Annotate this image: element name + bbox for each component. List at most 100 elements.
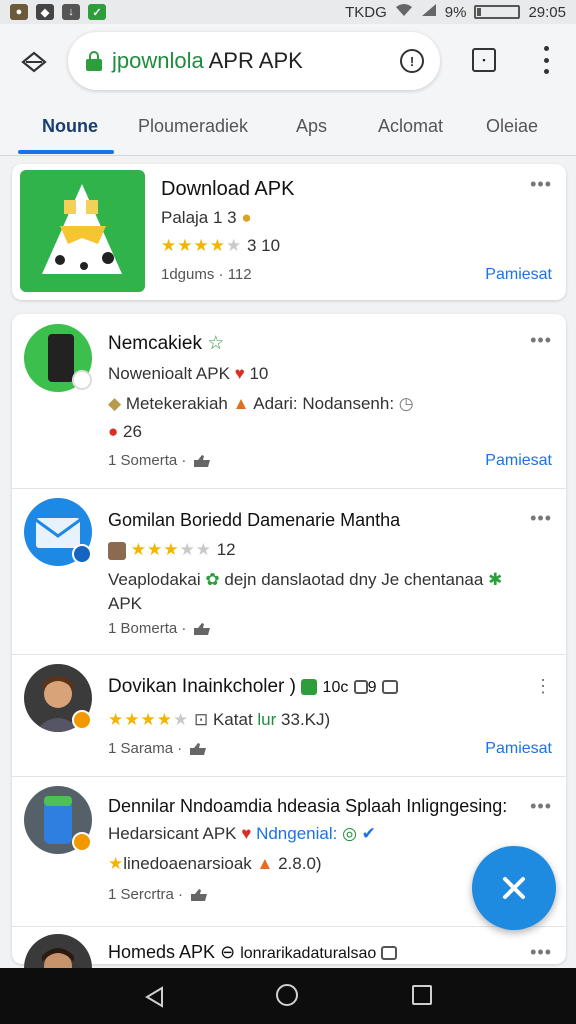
app-meta: 1 Bomerta · xyxy=(108,620,212,637)
wifi-icon xyxy=(395,3,413,21)
extra-green: lur xyxy=(257,710,277,729)
app-description: ◆ Metekerakiah ▲ Adari: Nodansenh: ◷ xyxy=(108,394,414,414)
list-item[interactable]: Homeds APK ⊖ lonrarikadaturalsao ••• xyxy=(12,928,566,968)
carrier-label: TKDG xyxy=(345,3,387,21)
recents-icon[interactable] xyxy=(412,985,432,1005)
divider xyxy=(12,488,566,489)
review-count: 26 xyxy=(123,422,142,441)
emoji-icon: ● xyxy=(108,422,119,441)
card-more-icon[interactable]: ••• xyxy=(530,174,552,195)
star-filled-icon: ★ xyxy=(209,236,226,255)
item-more-icon[interactable]: ••• xyxy=(530,796,552,817)
list-item[interactable]: Dovikan Inainkcholer ) 10c 9 ★★★★★ ⊡ Kat… xyxy=(12,656,566,772)
app-icon xyxy=(20,170,145,292)
app-title: Dennilar Nndoamdia hdeasia Splaah Inlign… xyxy=(108,796,508,816)
app-title-text: Nemcakiek xyxy=(108,333,202,354)
developer-avatar-icon xyxy=(108,541,126,560)
item-more-icon[interactable]: ••• xyxy=(530,508,552,529)
back-icon[interactable] xyxy=(144,986,166,1013)
system-nav-bar xyxy=(0,968,576,1024)
star-filled-icon: ★ xyxy=(177,236,194,255)
star-empty-icon: ★ xyxy=(226,236,243,255)
star-empty-icon: ★ xyxy=(173,710,190,729)
list-item[interactable]: Nemcakiek ☆ Nowenioalt APK ♥ 10 ◆ Meteke… xyxy=(12,314,566,486)
coin-icon: ● xyxy=(241,208,252,227)
tab-switcher-icon[interactable]: ▪ xyxy=(472,48,496,72)
app-subtitle: Hedarsicant APK ♥ Ndngenial: ◎ ✔ xyxy=(108,824,376,844)
item-more-icon[interactable]: ••• xyxy=(530,330,552,351)
star-rating: ★★★★★ xyxy=(131,540,212,559)
clock-icon: ◷ xyxy=(398,394,414,413)
refresh-icon: ◎ xyxy=(342,824,357,843)
star-empty-icon: ★ xyxy=(195,540,212,559)
category-tabs: Noune Ploumeradiek Aps Aclomat Oleiae xyxy=(0,100,576,156)
star-filled-icon: ★ xyxy=(156,710,173,729)
app-title: Download APK xyxy=(161,178,295,200)
extra-tail: 33.KJ) xyxy=(281,710,331,729)
item-more-icon[interactable]: ⋮ xyxy=(534,676,552,697)
install-button[interactable]: Pamiesat xyxy=(485,452,552,470)
signal-icon xyxy=(421,3,437,21)
thumbs-up-icon xyxy=(189,888,209,902)
app-title-text: Homeds APK xyxy=(108,942,216,962)
app-description: Veaplodakai ✿ dejn danslaotad dny Je che… xyxy=(108,570,502,590)
list-item[interactable]: Gomilan Boriedd Damenarie Mantha ★★★★★ 1… xyxy=(12,490,566,652)
description-text: linedoaenarsioak xyxy=(123,854,252,873)
clock: 29:05 xyxy=(528,3,566,21)
url-path: APR APK xyxy=(203,48,303,73)
description-text: Metekerakiah xyxy=(125,394,228,413)
app-title: Homeds APK ⊖ lonrarikadaturalsao xyxy=(108,942,398,963)
app-subtitle-green: Ndngenial: xyxy=(256,824,338,843)
badge-icon xyxy=(72,370,92,390)
badge-icon xyxy=(72,832,92,852)
app-title-count: 9 xyxy=(367,679,377,696)
image-icon xyxy=(381,946,398,961)
address-bar[interactable]: jpownlola APR APK ! xyxy=(68,32,440,90)
close-fab-button[interactable] xyxy=(472,846,556,930)
menu-more-icon[interactable] xyxy=(536,46,556,74)
meta-text: 1 Somerta · xyxy=(108,452,187,469)
star-filled-icon: ★ xyxy=(108,710,125,729)
description-tail: dejn danslaotad dny Je chentanaa xyxy=(224,570,484,589)
star-small-icon: ★ xyxy=(108,854,124,873)
rating-text: 3 10 xyxy=(246,236,281,255)
app-subtitle-text: Nowenioalt APK xyxy=(108,364,230,383)
home-icon[interactable] xyxy=(20,48,48,76)
url-domain: jpownlola xyxy=(112,48,204,73)
tab-aps[interactable]: Aps xyxy=(296,116,327,137)
check-icon: ✔ xyxy=(361,824,376,843)
app-description: ★linedoaenarsioak ▲ 2.8.0) xyxy=(108,854,322,874)
lock-icon xyxy=(86,51,102,71)
app-reviews: ● 26 xyxy=(108,422,142,442)
status-bar: ● ◆ ↓ ✓ TKDG 9% 29:05 xyxy=(0,0,576,24)
green-badge-icon xyxy=(301,678,318,695)
app-meta: 1 Sarama · xyxy=(108,740,208,757)
app-title-text: Dovikan Inainkcholer ) xyxy=(108,676,296,697)
star-filled-icon: ★ xyxy=(146,540,164,559)
app-subtitle: Nowenioalt APK ♥ 10 xyxy=(108,364,268,384)
tab-aclomat[interactable]: Aclomat xyxy=(378,116,443,137)
star-filled-icon: ★ xyxy=(140,710,157,729)
star-empty-icon: ★ xyxy=(179,540,196,559)
app-title-extra: lonrarikadaturalsao xyxy=(240,945,377,962)
tab-noune[interactable]: Noune xyxy=(42,116,98,137)
tab-oleiae[interactable]: Oleiae xyxy=(486,116,538,137)
item-more-icon[interactable]: ••• xyxy=(530,942,552,963)
thumbs-up-icon xyxy=(192,454,212,468)
fire-icon: ▲ xyxy=(256,854,274,873)
description-tail: 2.8.0) xyxy=(278,854,322,873)
install-button[interactable]: Pamiesat xyxy=(485,266,552,284)
page-info-icon[interactable]: ! xyxy=(400,49,424,73)
home-nav-icon[interactable] xyxy=(276,984,298,1006)
divider xyxy=(12,926,566,927)
install-button[interactable]: Pamiesat xyxy=(485,740,552,758)
heart-icon: ♥ xyxy=(241,824,252,843)
featured-app-card[interactable]: Download APK Palaja 1 3 ● ★★★★★ 3 10 1dg… xyxy=(12,164,566,300)
user-avatar xyxy=(24,934,92,968)
fire-icon: ▲ xyxy=(232,394,250,413)
badge-icon xyxy=(72,710,92,730)
url-text[interactable]: jpownlola APR APK xyxy=(112,48,303,74)
tab-ploumeradiek[interactable]: Ploumeradiek xyxy=(138,116,248,137)
description-text: Veaplodakai xyxy=(108,570,201,589)
star-rating: ★★★★★ xyxy=(108,710,189,729)
